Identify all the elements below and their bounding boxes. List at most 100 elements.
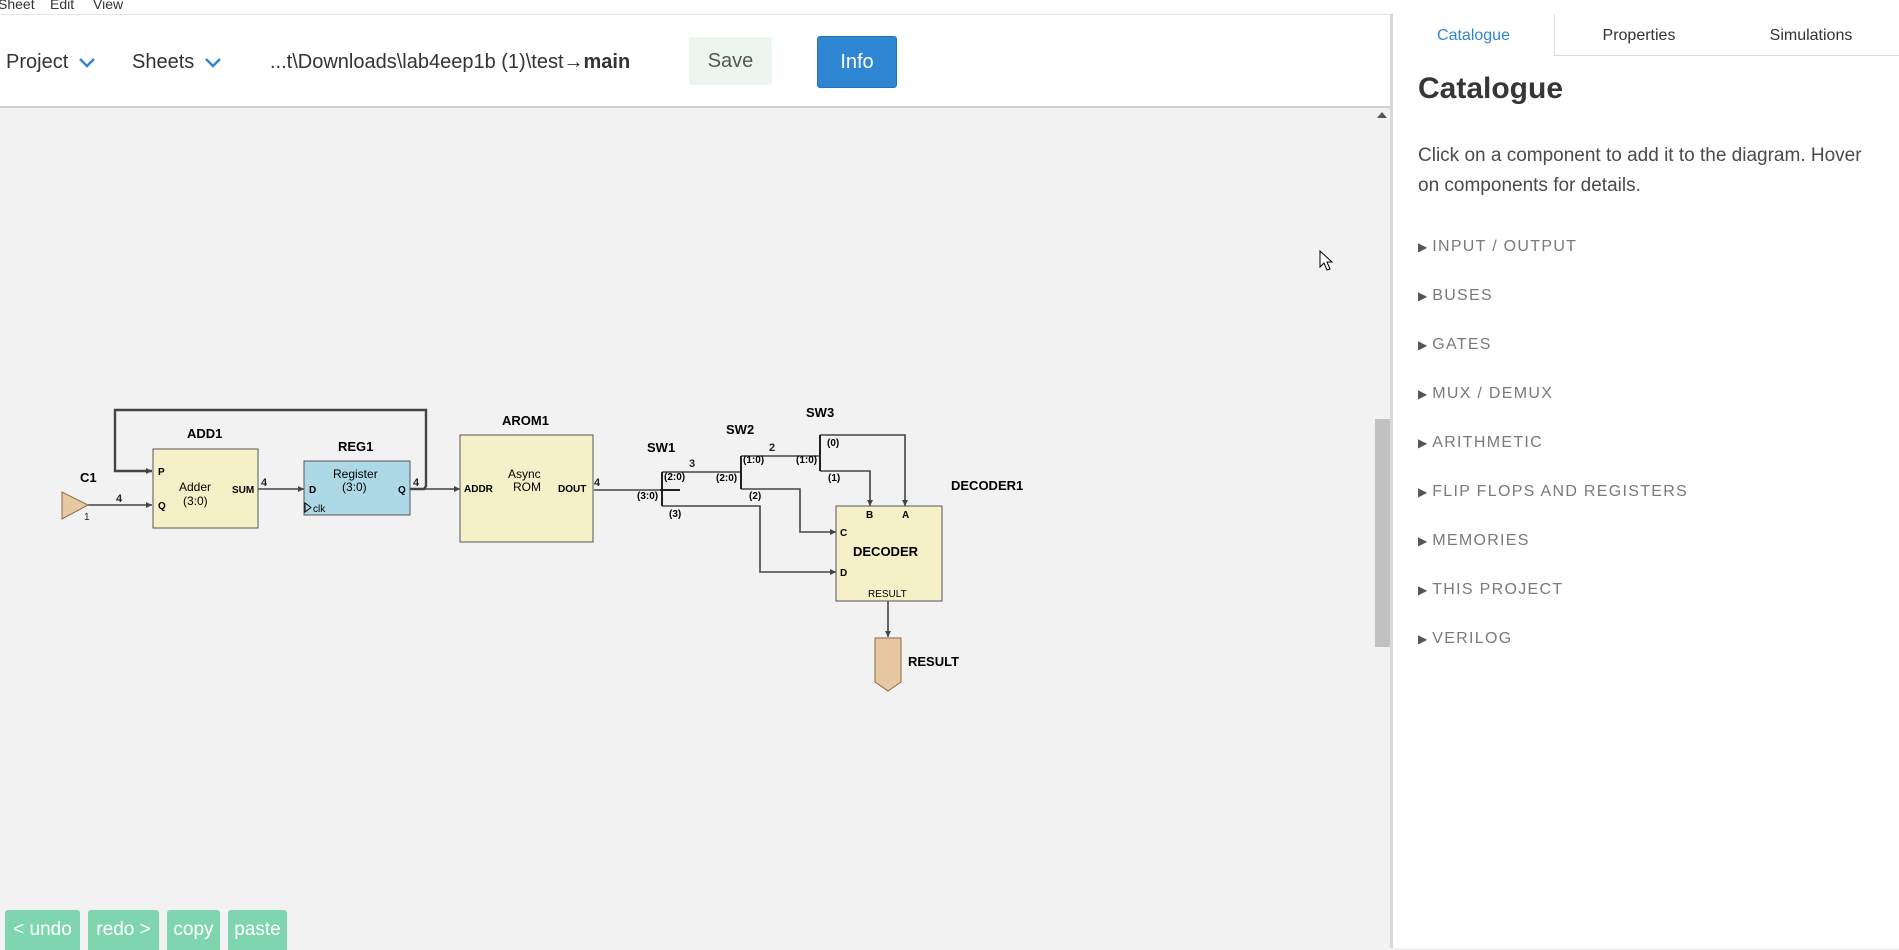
tab-simulations[interactable]: Simulations [1723, 14, 1899, 55]
reg1-name: Register [333, 467, 378, 481]
category-label: GATES [1432, 336, 1492, 353]
category-label: VERILOG [1432, 630, 1513, 647]
top-toolbar: Project Sheets ...t\Downloads\lab4eep1b … [0, 15, 1390, 108]
path-sheet-name: main [583, 51, 631, 73]
expand-triangle-icon: ▶ [1418, 436, 1428, 450]
info-button[interactable]: Info [817, 36, 897, 88]
expand-triangle-icon: ▶ [1418, 534, 1428, 548]
category-label: FLIP FLOPS AND REGISTERS [1432, 483, 1689, 500]
add1-name: Adder [179, 480, 211, 494]
sw2-out-top: (1:0) [743, 455, 764, 466]
expand-triangle-icon: ▶ [1418, 632, 1428, 646]
reg1-port-q: Q [398, 485, 406, 496]
c1-label: C1 [80, 470, 97, 485]
reg1-label: REG1 [338, 439, 373, 454]
reg1-port-d: D [309, 485, 316, 496]
expand-triangle-icon: ▶ [1418, 289, 1428, 303]
decoder1-port-a: A [902, 510, 909, 521]
category-label: ARITHMETIC [1432, 434, 1544, 451]
reg1-port-clk: clk [313, 504, 326, 515]
schematic-canvas[interactable]: C1 1 4 ADD1 Adder (3:0) P Q SUM 4 REG1 R… [0, 108, 1374, 948]
arom1-label: AROM1 [502, 413, 549, 428]
sw3-out-bottom: (1) [828, 473, 840, 484]
width-reg: 4 [413, 477, 420, 489]
chevron-down-icon [204, 57, 221, 68]
expand-triangle-icon: ▶ [1418, 338, 1428, 352]
paste-button[interactable]: paste [228, 910, 287, 950]
sw1-out-top: (2:0) [664, 472, 685, 483]
save-button[interactable]: Save [689, 37, 772, 85]
category-gates[interactable]: ▶ GATES [1418, 336, 1492, 354]
sheets-label: Sheets [132, 51, 195, 73]
panel-tabs: Catalogue Properties Simulations [1393, 14, 1899, 56]
menu-edit[interactable]: Edit [50, 0, 74, 12]
catalogue-title: Catalogue [1418, 72, 1564, 105]
sw1-in-label: (3:0) [637, 491, 658, 502]
decoder1-title: DECODER [853, 544, 919, 559]
expand-triangle-icon: ▶ [1418, 583, 1428, 597]
sw2-label: SW2 [726, 422, 754, 437]
category-label: INPUT / OUTPUT [1432, 238, 1578, 255]
width-sw1: 3 [689, 458, 695, 470]
result-label: RESULT [908, 654, 959, 669]
category-verilog[interactable]: ▶ VERILOG [1418, 630, 1512, 648]
sw2-out-bottom: (2) [749, 491, 761, 502]
sw3-in-label: (1:0) [796, 455, 817, 466]
redo-button[interactable]: redo > [88, 910, 159, 950]
decoder1-port-b: B [866, 510, 873, 521]
sw3-out-top: (0) [827, 438, 839, 449]
width-c1: 4 [116, 493, 123, 505]
undo-button[interactable]: < undo [5, 910, 80, 950]
menu-bar: Sheet Edit View [0, 0, 1899, 15]
project-dropdown[interactable]: Project [6, 51, 96, 74]
tab-catalogue[interactable]: Catalogue [1393, 14, 1555, 56]
category-buses[interactable]: ▶ BUSES [1418, 287, 1493, 305]
chevron-down-icon [78, 57, 95, 68]
add1-port-p: P [158, 467, 165, 478]
expand-triangle-icon: ▶ [1418, 387, 1428, 401]
sheet-path: ...t\Downloads\lab4eep1b (1)\test→main [270, 51, 630, 74]
reg1-width: (3:0) [342, 480, 367, 494]
catalogue-description: Click on a component to add it to the di… [1418, 145, 1862, 196]
category-arithmetic[interactable]: ▶ ARITHMETIC [1418, 434, 1543, 452]
category-this-project[interactable]: ▶ THIS PROJECT [1418, 581, 1563, 599]
copy-button[interactable]: copy [167, 910, 220, 950]
menu-view[interactable]: View [93, 0, 123, 12]
expand-triangle-icon: ▶ [1418, 485, 1428, 499]
add1-port-q: Q [158, 501, 166, 512]
c1-value: 1 [84, 512, 90, 523]
decoder1-port-result: RESULT [868, 589, 907, 600]
sw2-in-label: (2:0) [716, 473, 737, 484]
category-memories[interactable]: ▶ MEMORIES [1418, 532, 1530, 550]
schematic-diagram[interactable]: C1 1 4 ADD1 Adder (3:0) P Q SUM 4 REG1 R… [0, 108, 1374, 948]
path-prefix: ...t\Downloads\lab4eep1b (1)\test→ [270, 51, 584, 73]
menu-sheet[interactable]: Sheet [0, 0, 35, 12]
width-sum: 4 [261, 477, 268, 489]
category-flip-flops-and-registers[interactable]: ▶ FLIP FLOPS AND REGISTERS [1418, 483, 1688, 501]
result-output-icon[interactable] [874, 637, 902, 692]
bus-splitters [660, 435, 821, 506]
sw1-label: SW1 [647, 440, 675, 455]
category-label: BUSES [1432, 287, 1493, 304]
sheets-dropdown[interactable]: Sheets [132, 51, 222, 74]
add1-label: ADD1 [187, 426, 222, 441]
sw3-label: SW3 [806, 405, 834, 420]
add1-width: (3:0) [183, 494, 208, 508]
tab-properties[interactable]: Properties [1555, 14, 1723, 55]
vertical-scrollbar[interactable] [1374, 108, 1390, 948]
scroll-up-arrow-icon[interactable] [1377, 112, 1387, 118]
decoder1-port-d: D [840, 568, 847, 579]
width-sw2: 2 [769, 442, 775, 454]
project-label: Project [6, 51, 69, 73]
decoder1-label: DECODER1 [951, 478, 1023, 493]
right-panel: Catalogue Properties Simulations Catalog… [1393, 14, 1899, 948]
category-label: THIS PROJECT [1432, 581, 1564, 598]
category-mux-demux[interactable]: ▶ MUX / DEMUX [1418, 385, 1553, 403]
decoder1-port-c: C [840, 528, 847, 539]
scrollbar-thumb[interactable] [1375, 419, 1390, 647]
arom1-type: ROM [513, 480, 541, 494]
mouse-cursor-icon [1319, 249, 1334, 271]
category-input-output[interactable]: ▶ INPUT / OUTPUT [1418, 238, 1577, 256]
arom1-port-addr: ADDR [464, 484, 494, 495]
sw1-out-bottom: (3) [669, 509, 681, 520]
